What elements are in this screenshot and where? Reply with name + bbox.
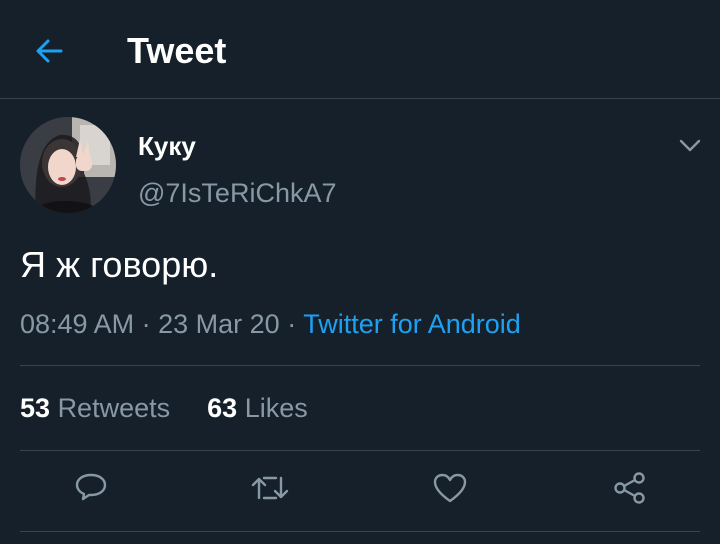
back-button[interactable] (28, 30, 70, 72)
reply-button[interactable] (69, 466, 113, 510)
divider (20, 365, 700, 366)
top-bar: Tweet (0, 0, 720, 99)
user-handle[interactable]: @7IsTeRiChkA7 (138, 177, 336, 209)
tweet-detail-screen: Tweet Куку @7IsTeRiChkA7 Я ж говорю. 08:… (0, 0, 720, 544)
more-options-button[interactable] (672, 128, 708, 164)
engagement-stats: 53 Retweets 63 Likes (20, 390, 308, 426)
likes-count: 63 (207, 393, 238, 423)
retweets-count: 53 (20, 393, 51, 423)
share-button[interactable] (608, 466, 652, 510)
retweets-label: Retweets (57, 393, 171, 423)
chevron-down-icon (679, 139, 701, 153)
arrow-left-icon (33, 35, 65, 67)
retweets-stat[interactable]: 53 Retweets (20, 393, 178, 423)
tweet-text: Я ж говорю. (20, 244, 219, 285)
likes-stat[interactable]: 63 Likes (207, 393, 308, 423)
like-icon (432, 472, 468, 504)
page-title: Tweet (127, 30, 227, 71)
avatar[interactable] (20, 117, 116, 213)
tweet-meta: 08:49 AM · 23 Mar 20 · Twitter for Andro… (20, 306, 521, 342)
share-icon (612, 471, 648, 505)
tweet-date: 23 Mar 20 (158, 309, 280, 339)
tweet-time: 08:49 AM (20, 309, 135, 339)
retweet-icon (250, 472, 290, 504)
divider (20, 531, 700, 532)
reply-icon (74, 472, 108, 504)
divider (20, 450, 700, 451)
like-button[interactable] (428, 466, 472, 510)
likes-label: Likes (244, 393, 308, 423)
meta-separator: · (287, 309, 297, 339)
meta-separator: · (141, 309, 151, 339)
tweet-source-link[interactable]: Twitter for Android (303, 309, 521, 339)
display-name[interactable]: Куку (138, 130, 196, 162)
retweet-button[interactable] (248, 466, 292, 510)
